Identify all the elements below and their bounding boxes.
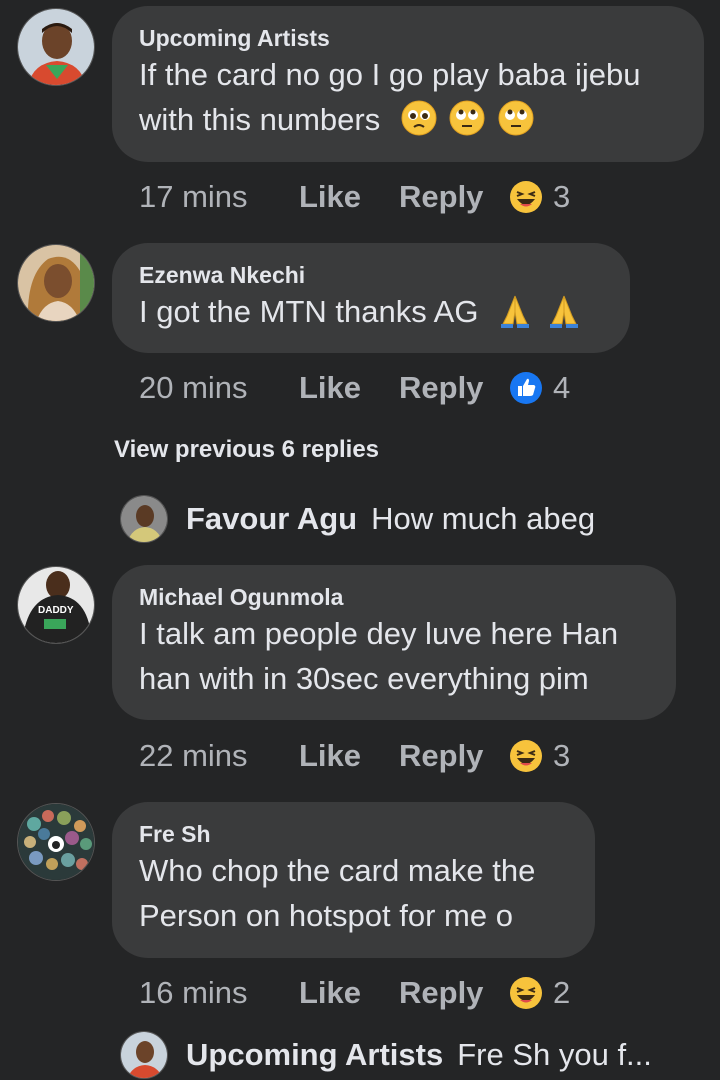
comment-text-line: If the card no go I go play baba ijebu: [139, 57, 641, 92]
comment-author[interactable]: Upcoming Artists: [139, 24, 676, 52]
avatar[interactable]: [17, 244, 95, 322]
comment-time[interactable]: 22 mins: [139, 738, 299, 774]
laughing-emoji-icon[interactable]: [509, 180, 543, 214]
laughing-emoji-icon[interactable]: [509, 976, 543, 1010]
laughing-emoji-icon[interactable]: [509, 739, 543, 773]
comment-time[interactable]: 16 mins: [139, 975, 299, 1011]
eye-roll-emoji-icon: [449, 100, 485, 136]
reaction-count[interactable]: 3: [553, 179, 570, 215]
reply-preview[interactable]: Favour Agu How much abeg: [120, 494, 595, 544]
like-button[interactable]: Like: [299, 738, 399, 774]
comment-actions: 22 mins Like Reply 3: [139, 734, 570, 778]
folded-hands-emoji-icon: [549, 295, 578, 328]
comment-text-line: Who chop the card make the: [139, 853, 536, 888]
avatar[interactable]: DADDY: [17, 566, 95, 644]
reply-button[interactable]: Reply: [399, 975, 509, 1011]
reply-text: Fre Sh you f...: [457, 1037, 652, 1072]
comment-text-line: I talk am people dey luve here Han: [139, 616, 619, 651]
reaction-count[interactable]: 4: [553, 370, 570, 406]
comment-bubble: Fre Sh Who chop the card make the Person…: [112, 802, 595, 958]
avatar[interactable]: [17, 8, 95, 86]
reply-author[interactable]: Upcoming Artists: [186, 1037, 443, 1073]
comment-text-line: with this numbers: [139, 102, 381, 137]
reaction-count[interactable]: 3: [553, 738, 570, 774]
folded-hands-emoji-icon: [501, 295, 530, 328]
reply-author[interactable]: Favour Agu: [186, 501, 357, 537]
like-button[interactable]: Like: [299, 370, 399, 406]
reply-button[interactable]: Reply: [399, 370, 509, 406]
thumbs-up-like-icon[interactable]: [509, 371, 543, 405]
comment-bubble: Michael Ogunmola I talk am people dey lu…: [112, 565, 676, 720]
reply-preview[interactable]: Upcoming Artists Fre Sh you f...: [120, 1030, 652, 1080]
reply-text: How much abeg: [371, 501, 596, 536]
avatar-shirt-text: DADDY: [38, 605, 74, 616]
comment-text-line: Person on hotspot for me o: [139, 898, 513, 933]
comment-time[interactable]: 20 mins: [139, 370, 299, 406]
pleading-face-emoji-icon: [401, 100, 437, 136]
reaction-count[interactable]: 2: [553, 975, 570, 1011]
comment-bubble: Upcoming Artists If the card no go I go …: [112, 6, 704, 162]
comment-text-line: I got the MTN thanks AG: [139, 294, 479, 329]
comment-actions: 16 mins Like Reply 2: [139, 971, 570, 1015]
comment-author[interactable]: Ezenwa Nkechi: [139, 261, 602, 289]
reply-button[interactable]: Reply: [399, 738, 509, 774]
comment-author[interactable]: Michael Ogunmola: [139, 583, 648, 611]
reply-button[interactable]: Reply: [399, 179, 509, 215]
avatar[interactable]: [17, 803, 95, 881]
eye-roll-emoji-icon: [498, 100, 534, 136]
comment-time[interactable]: 17 mins: [139, 179, 299, 215]
view-previous-replies-link[interactable]: View previous 6 replies: [114, 436, 379, 464]
comment-author[interactable]: Fre Sh: [139, 820, 567, 848]
like-button[interactable]: Like: [299, 179, 399, 215]
avatar[interactable]: [120, 495, 168, 543]
like-button[interactable]: Like: [299, 975, 399, 1011]
comment-bubble: Ezenwa Nkechi I got the MTN thanks AG: [112, 243, 630, 353]
comment-actions: 20 mins Like Reply 4: [139, 366, 570, 410]
avatar[interactable]: [120, 1031, 168, 1079]
comment-actions: 17 mins Like Reply 3: [139, 175, 570, 219]
comment-text-line: han with in 30sec everything pim: [139, 661, 589, 696]
